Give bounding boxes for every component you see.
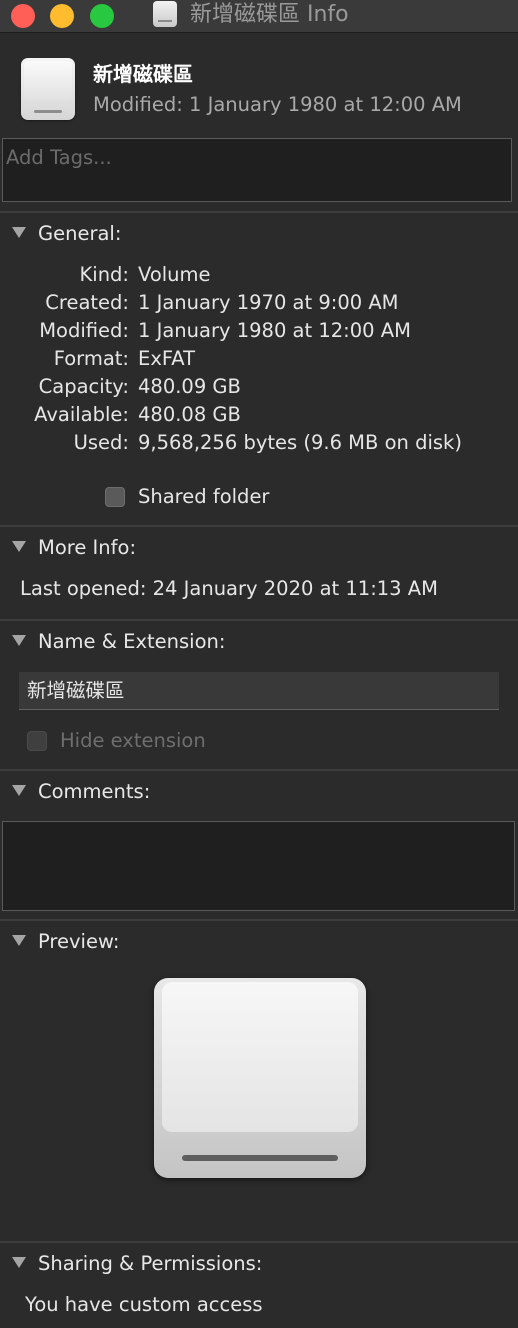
created-value: 1 January 1970 at 9:00 AM [138, 291, 399, 314]
section-comments-header[interactable]: Comments: [12, 779, 150, 805]
available-value: 480.08 GB [138, 403, 241, 426]
disclosure-triangle-icon[interactable] [12, 635, 26, 646]
created-label: Created: [45, 291, 129, 314]
preview-drive-icon [154, 978, 366, 1178]
close-window-button[interactable] [11, 4, 35, 28]
disclosure-triangle-icon[interactable] [12, 785, 26, 796]
section-more-info-title: More Info: [38, 536, 137, 559]
access-text: You have custom access [25, 1293, 263, 1316]
shared-folder-checkbox[interactable] [105, 487, 125, 507]
section-more-info-header[interactable]: More Info: [12, 535, 136, 561]
used-value: 9,568,256 bytes (9.6 MB on disk) [138, 431, 462, 454]
modified-label: Modified: [39, 319, 129, 342]
kind-value: Volume [138, 263, 211, 286]
title-bar: 新增磁碟區 Info [0, 0, 518, 33]
disclosure-triangle-icon[interactable] [12, 935, 26, 946]
section-name-extension-title: Name & Extension: [38, 630, 226, 653]
disclosure-triangle-icon[interactable] [12, 541, 26, 552]
section-preview-header[interactable]: Preview: [12, 929, 119, 955]
capacity-value: 480.09 GB [138, 375, 241, 398]
drive-icon [153, 1, 177, 27]
section-name-extension-header[interactable]: Name & Extension: [12, 629, 225, 655]
comments-textarea[interactable] [2, 821, 515, 911]
divider [0, 919, 518, 921]
hide-extension-label: Hide extension [60, 729, 206, 752]
disclosure-triangle-icon[interactable] [12, 1257, 26, 1268]
tags-field[interactable] [2, 138, 512, 202]
section-preview-title: Preview: [38, 930, 120, 953]
used-label: Used: [73, 431, 129, 454]
disclosure-triangle-icon[interactable] [12, 227, 26, 238]
divider [0, 525, 518, 527]
hide-extension-checkbox[interactable] [27, 731, 47, 751]
section-general-header[interactable]: General: [12, 221, 121, 247]
capacity-label: Capacity: [38, 375, 129, 398]
name-field[interactable]: 新增磁碟區 [19, 672, 499, 710]
divider [0, 1241, 518, 1243]
modified-value: 1 January 1980 at 12:00 AM [138, 319, 411, 342]
minimize-window-button[interactable] [50, 4, 74, 28]
available-label: Available: [34, 403, 129, 426]
window-title: 新增磁碟區 Info [190, 2, 349, 27]
divider [0, 619, 518, 621]
divider [0, 769, 518, 771]
section-comments-title: Comments: [38, 780, 151, 803]
zoom-window-button[interactable] [90, 4, 114, 28]
external-drive-icon [21, 58, 75, 120]
item-modified-date: Modified: 1 January 1980 at 12:00 AM [93, 93, 462, 116]
format-label: Format: [53, 347, 129, 370]
tags-input[interactable] [4, 141, 508, 173]
shared-folder-label: Shared folder [138, 485, 270, 508]
item-name: 新增磁碟區 [93, 62, 193, 86]
format-value: ExFAT [138, 347, 196, 370]
section-sharing-header[interactable]: Sharing & Permissions: [12, 1251, 262, 1277]
divider [0, 211, 518, 213]
last-opened-text: Last opened: 24 January 2020 at 11:13 AM [20, 577, 438, 600]
section-general-title: General: [38, 222, 122, 245]
kind-label: Kind: [79, 263, 129, 286]
section-sharing-title: Sharing & Permissions: [38, 1252, 263, 1275]
